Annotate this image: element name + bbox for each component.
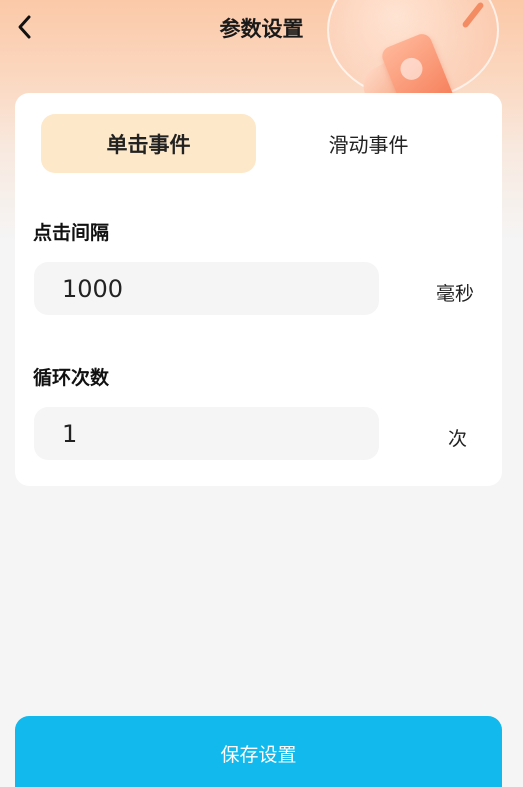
page-title: 参数设置 [219, 17, 304, 41]
top-bar: 参数设置 [0, 0, 523, 56]
settings-card: 单击事件 滑动事件 点击间隔 1000 毫秒 循环次数 1 次 [15, 93, 502, 486]
tab-swipe-event[interactable]: 滑动事件 [261, 114, 476, 173]
tab-click-event[interactable]: 单击事件 [41, 114, 256, 173]
loop-count-input[interactable]: 1 [34, 407, 379, 460]
loop-count-label: 循环次数 [33, 367, 110, 389]
save-button[interactable]: 保存设置 [15, 716, 502, 787]
interval-label: 点击间隔 [33, 222, 110, 244]
interval-input[interactable]: 1000 [34, 262, 379, 315]
interval-unit: 毫秒 [436, 283, 475, 305]
loop-count-unit: 次 [448, 428, 468, 450]
